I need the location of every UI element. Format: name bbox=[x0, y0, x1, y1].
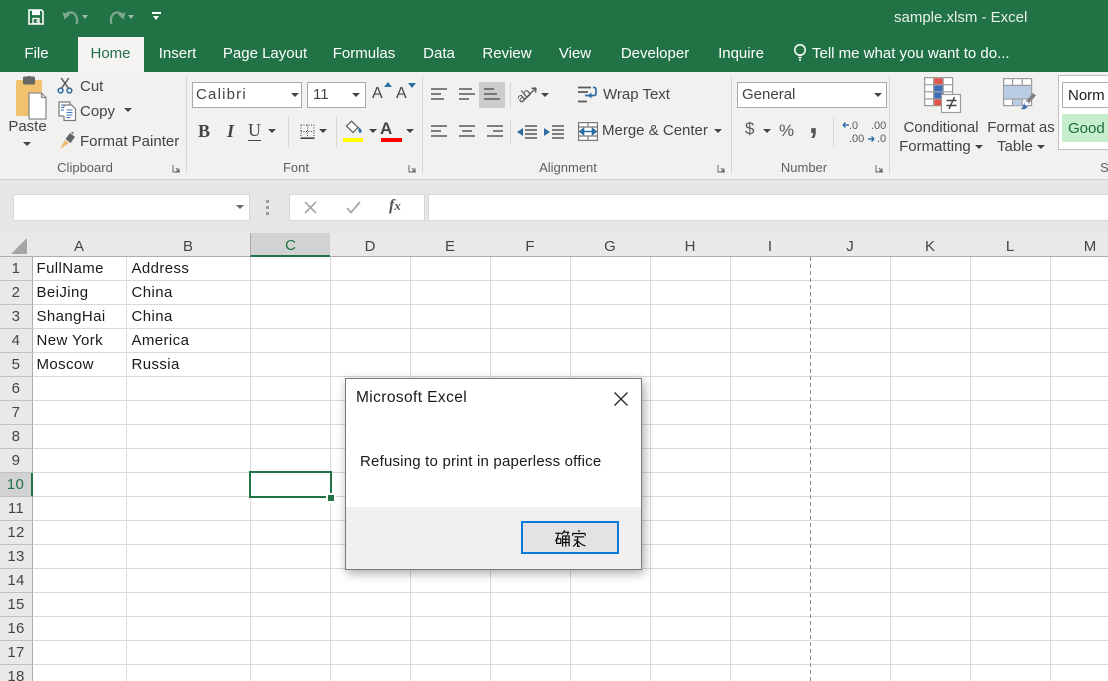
svg-text:ab: ab bbox=[518, 85, 534, 106]
